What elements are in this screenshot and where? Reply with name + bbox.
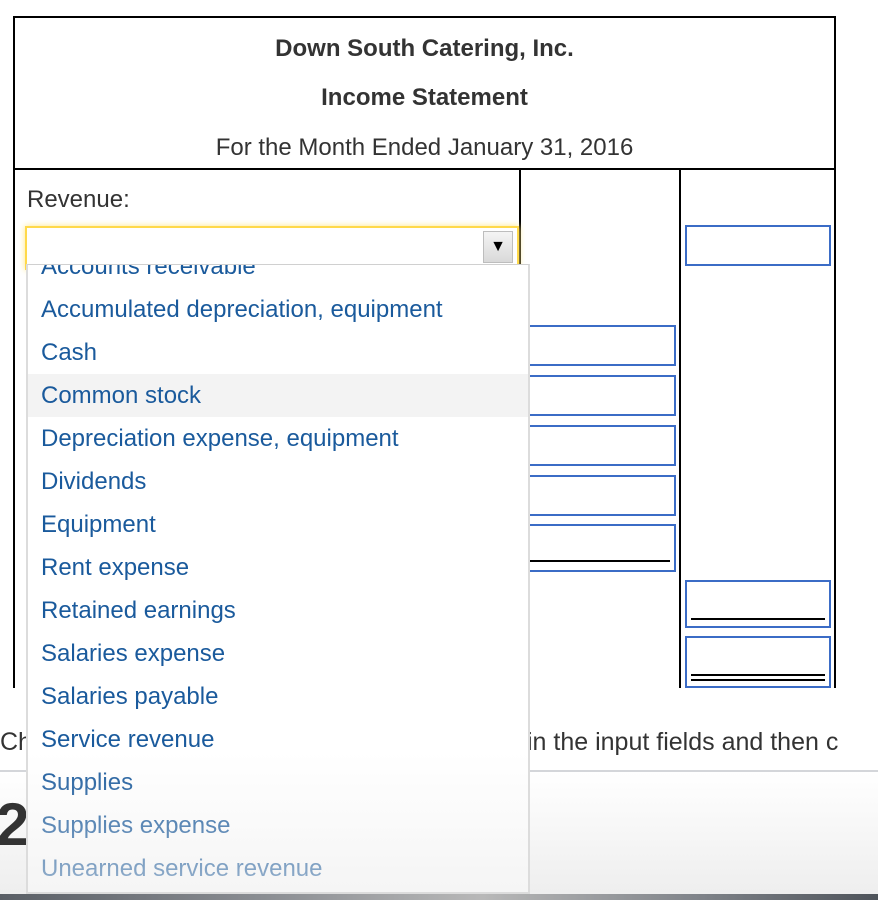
dropdown-option[interactable]: Retained earnings bbox=[28, 589, 528, 632]
dropdown-option[interactable]: Unearned service revenue bbox=[28, 847, 528, 890]
dropdown-options: Accounts receivable Accumulated deprecia… bbox=[28, 265, 528, 890]
dropdown-option[interactable]: Depreciation expense, equipment bbox=[28, 417, 528, 460]
revenue-amount-input[interactable] bbox=[685, 225, 831, 266]
dropdown-option[interactable]: Supplies bbox=[28, 761, 528, 804]
dropdown-option[interactable]: Dividends bbox=[28, 460, 528, 503]
double-underline-top bbox=[691, 674, 825, 676]
statement-title: Income Statement bbox=[321, 84, 528, 111]
company-name: Down South Catering, Inc. bbox=[275, 35, 574, 62]
statement-period: For the Month Ended January 31, 2016 bbox=[215, 134, 634, 161]
select-arrow-button[interactable]: ▼ bbox=[483, 231, 513, 263]
statement-header: Down South Catering, Inc. Income Stateme… bbox=[15, 18, 834, 170]
dropdown-option[interactable]: Accumulated depreciation, equipment bbox=[28, 288, 528, 331]
dropdown-option[interactable]: Salaries payable bbox=[28, 675, 528, 718]
dropdown-option[interactable]: Supplies expense bbox=[28, 804, 528, 847]
dropdown-option[interactable]: Equipment bbox=[28, 503, 528, 546]
instructions-text-right: in the input fields and then c bbox=[527, 728, 839, 756]
dropdown-option[interactable]: Cash bbox=[28, 331, 528, 374]
single-underline bbox=[691, 618, 825, 620]
step-number: 2 bbox=[0, 791, 30, 858]
revenue-label: Revenue: bbox=[27, 186, 130, 213]
dropdown-option[interactable]: Service revenue bbox=[28, 718, 528, 761]
dropdown-option-highlighted[interactable]: Common stock bbox=[28, 374, 528, 417]
dropdown-option[interactable]: Accounts receivable bbox=[28, 265, 528, 288]
column-divider bbox=[679, 170, 681, 688]
dropdown-option[interactable]: Rent expense bbox=[28, 546, 528, 589]
net-income-input[interactable] bbox=[685, 636, 831, 688]
triangle-down-icon: ▼ bbox=[490, 238, 506, 255]
revenue-account-dropdown[interactable]: Accounts receivable Accumulated deprecia… bbox=[26, 264, 530, 894]
double-underline-bottom bbox=[691, 679, 825, 681]
dropdown-option[interactable]: Salaries expense bbox=[28, 632, 528, 675]
window-bottom-edge bbox=[0, 894, 878, 900]
total-expenses-input[interactable] bbox=[685, 580, 831, 628]
